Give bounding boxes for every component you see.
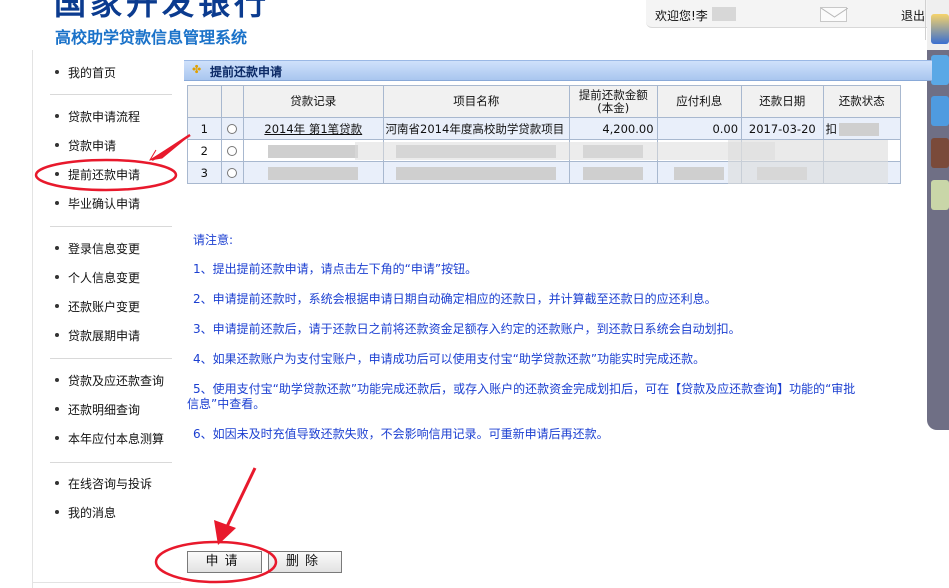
note-item: 6、如因未及时充值导致还款失败，不会影响信用记录。可重新申请后再还款。 xyxy=(193,427,609,441)
delete-button[interactable]: 删除 xyxy=(268,551,342,573)
system-title: 高校助学贷款信息管理系统 xyxy=(55,28,248,47)
logout-link[interactable]: 退出 xyxy=(901,7,925,24)
nav-loan-extension[interactable]: 贷款展期申请 xyxy=(55,328,140,344)
nav-repay-detail-query[interactable]: 还款明细查询 xyxy=(55,402,140,418)
app-icon[interactable] xyxy=(931,14,949,44)
nav-consult-complaint[interactable]: 在线咨询与投诉 xyxy=(55,476,152,492)
table-header-row: 贷款记录 项目名称 提前还款金额 (本金) 应付利息 还款日期 还款状态 xyxy=(187,85,902,118)
note-item: 信息”中查看。 xyxy=(187,397,266,411)
row-index: 2 xyxy=(187,139,222,162)
annotation-arrow xyxy=(149,134,191,161)
star-icon: ✤ xyxy=(192,63,202,76)
nav-interest-calc[interactable]: 本年应付本息测算 xyxy=(55,431,164,447)
nav-repay-account-change[interactable]: 还款账户变更 xyxy=(55,299,140,315)
note-item: 1、提出提前还款申请，请点击左下角的“申请”按钮。 xyxy=(193,262,478,276)
nav-graduation-confirm[interactable]: 毕业确认申请 xyxy=(55,196,140,212)
nav-prepayment-apply[interactable]: 提前还款申请 xyxy=(55,167,140,183)
panel-title: 提前还款申请 xyxy=(210,65,283,79)
app-icon[interactable] xyxy=(931,55,949,85)
header-prepay-amount: 提前还款金额 (本金) xyxy=(568,85,658,118)
app-icon[interactable] xyxy=(931,180,949,210)
repay-date: 2017-03-20 xyxy=(741,117,824,140)
nav-loan-process[interactable]: 贷款申请流程 xyxy=(55,109,140,125)
bank-logo-text: 国家开发银行 xyxy=(54,0,271,22)
row-radio[interactable] xyxy=(220,161,245,184)
header-loan-record: 贷款记录 xyxy=(243,85,384,118)
row-radio[interactable] xyxy=(220,139,245,162)
row-index: 1 xyxy=(187,117,222,140)
nav-divider xyxy=(50,462,172,463)
note-item: 4、如果还款账户为支付宝账户，申请成功后可以使用支付宝“助学贷款还款”功能实时完… xyxy=(193,352,706,366)
username-redacted xyxy=(712,7,736,21)
welcome-text: 欢迎您!李 xyxy=(655,9,708,23)
row-radio[interactable] xyxy=(220,117,245,140)
app-icon[interactable] xyxy=(931,96,949,126)
nav-divider xyxy=(50,94,172,95)
header-repay-status: 还款状态 xyxy=(822,85,902,118)
header-index xyxy=(187,85,222,118)
project-name: 河南省2014年度高校助学贷款项目 xyxy=(382,117,570,140)
loan-record-link[interactable]: 2014年 第1笔贷款 xyxy=(243,117,384,140)
loan-record-link[interactable] xyxy=(243,161,384,184)
mail-icon[interactable] xyxy=(820,7,848,22)
nav-my-messages[interactable]: 我的消息 xyxy=(55,505,116,521)
nav-login-info-change[interactable]: 登录信息变更 xyxy=(55,241,140,257)
prepay-amount xyxy=(568,161,658,184)
apply-button[interactable]: 申请 xyxy=(187,551,262,573)
nav-border xyxy=(32,50,33,588)
repay-status: 扣 xyxy=(822,117,902,140)
nav-loan-query[interactable]: 贷款及应还款查询 xyxy=(55,373,164,389)
nav-divider xyxy=(50,358,172,359)
row-index: 3 xyxy=(187,161,222,184)
note-item: 3、申请提前还款后，请于还款日之前将还款资金足额存入约定的还款账户，到还款日系统… xyxy=(193,322,741,336)
table-row[interactable]: 1 2014年 第1笔贷款 河南省2014年度高校助学贷款项目 4,200.00… xyxy=(187,117,902,140)
prepay-amount: 4,200.00 xyxy=(568,117,658,140)
annotation-arrow xyxy=(214,520,236,545)
redaction-blur xyxy=(355,142,775,160)
nav-divider xyxy=(50,226,172,227)
panel-header xyxy=(184,60,932,81)
header-interest: 应付利息 xyxy=(656,85,743,118)
header-select xyxy=(220,85,245,118)
project-name xyxy=(382,161,570,184)
header-prepay-amount-line2: (本金) xyxy=(597,100,630,115)
header-repay-date: 还款日期 xyxy=(741,85,824,118)
nav-border xyxy=(32,582,181,583)
nav-home[interactable]: 我的首页 xyxy=(55,65,116,81)
note-item: 2、申请提前还款时，系统会根据申请日期自动确定相应的还款日，并计算截至还款日的应… xyxy=(193,292,717,306)
notes-heading: 请注意: xyxy=(193,233,234,247)
header-prepay-amount-line1: 提前还款金额 xyxy=(578,87,648,102)
app-icon[interactable] xyxy=(931,138,949,168)
header-project-name: 项目名称 xyxy=(382,85,570,118)
interest: 0.00 xyxy=(656,117,743,140)
nav-loan-apply[interactable]: 贷款申请 xyxy=(55,138,116,154)
nav-personal-info-change[interactable]: 个人信息变更 xyxy=(55,270,140,286)
note-item: 5、使用支付宝“助学贷款还款”功能完成还款后，或存入账户的还款资金完成划扣后，可… xyxy=(193,382,856,396)
header-divider xyxy=(925,0,926,40)
redaction-blur xyxy=(728,140,888,184)
